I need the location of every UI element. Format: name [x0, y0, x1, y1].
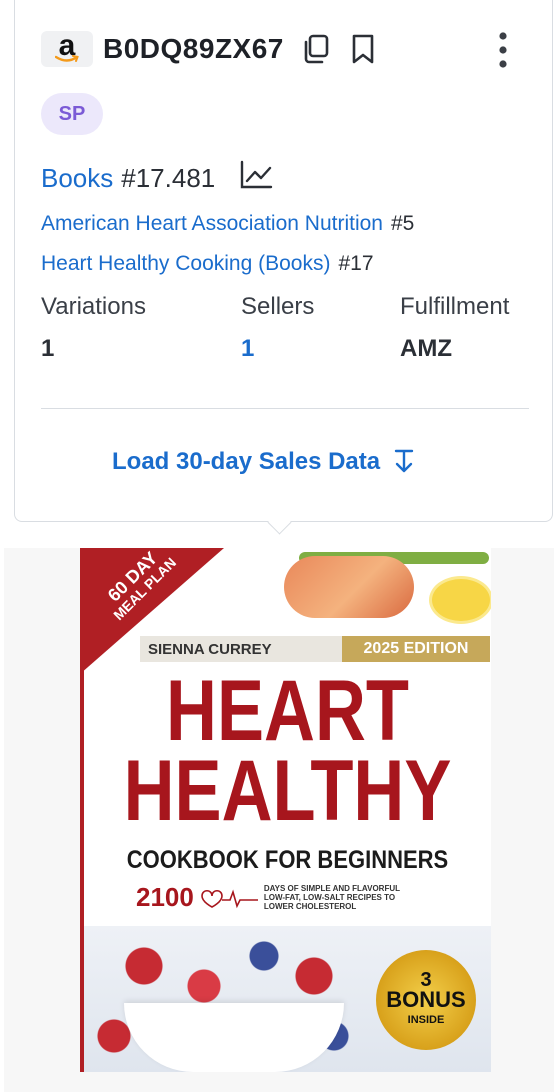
main-category-rank: Books #17.481	[41, 160, 273, 197]
arrow-down-icon	[394, 449, 414, 473]
stat-fulfillment: Fulfillment AMZ	[400, 293, 509, 363]
sponsored-badge: SP	[41, 93, 103, 135]
cover-title-line2: HEALTHY	[123, 743, 452, 839]
load-sales-data-button[interactable]: Load 30-day Sales Data	[112, 448, 414, 476]
main-category-link[interactable]: Books	[41, 163, 113, 194]
load-sales-data-label: Load 30-day Sales Data	[112, 448, 381, 475]
stat-value: AMZ	[400, 335, 452, 362]
copy-icon[interactable]	[300, 33, 332, 65]
sub-category-link[interactable]: American Heart Association Nutrition	[41, 212, 383, 236]
cover-recipes-line: 2100 DAYS OF SIMPLE AND FLAVORFUL LOW-FA…	[136, 882, 404, 913]
more-vertical-icon[interactable]	[493, 30, 513, 70]
sellers-link[interactable]: 1	[241, 335, 314, 363]
bonus-sub: INSIDE	[407, 1014, 445, 1026]
bookmark-icon[interactable]	[350, 33, 376, 65]
stat-sellers: Sellers 1	[241, 293, 314, 363]
author-strip: SIENNA CURREY 2025 EDITION	[140, 636, 490, 662]
main-rank-value: #17.481	[121, 163, 216, 193]
bowl-illustration	[124, 1003, 344, 1072]
product-image-area[interactable]: 60 DAY MEAL PLAN SIENNA CURREY 2025 EDIT…	[4, 548, 554, 1092]
cover-edition: 2025 EDITION	[342, 636, 490, 662]
amazon-logo[interactable]: a	[41, 31, 93, 67]
cover-subtitle: COOKBOOK FOR BEGINNERS	[126, 846, 449, 874]
stat-value: 1	[41, 335, 55, 362]
recipes-number: 2100	[136, 882, 194, 912]
cover-title-line1: HEART	[166, 663, 409, 759]
book-cover-image: 60 DAY MEAL PLAN SIENNA CURREY 2025 EDIT…	[80, 548, 491, 1072]
stat-label: Variations	[41, 293, 146, 320]
product-info-card: a B0DQ89ZX67 SP Books #17.481 American H…	[14, 0, 553, 522]
bonus-seal: 3 BONUS INSIDE	[376, 950, 476, 1050]
recipes-text: DAYS OF SIMPLE AND FLAVORFUL LOW-FAT, LO…	[263, 884, 400, 911]
lemon-illustration	[429, 576, 491, 624]
asin-text: B0DQ89ZX67	[103, 33, 284, 64]
stat-label: Fulfillment	[400, 293, 510, 320]
bonus-label: BONUS	[386, 987, 466, 1012]
sub-rank-value: #5	[390, 212, 415, 235]
divider	[41, 408, 529, 409]
sub-rank-value: #17	[338, 252, 374, 275]
sub-category-rank: American Heart Association Nutrition #5	[41, 212, 414, 236]
stat-variations: Variations 1	[41, 293, 146, 363]
stat-label: Sellers	[241, 293, 315, 320]
asin-row: a B0DQ89ZX67	[41, 30, 376, 68]
sub-category-rank: Heart Healthy Cooking (Books) #17	[41, 252, 374, 276]
trend-chart-icon[interactable]	[239, 160, 273, 197]
amazon-smile-icon	[55, 55, 79, 62]
salmon-illustration	[284, 556, 414, 618]
cover-author: SIENNA CURREY	[148, 640, 272, 658]
heartbeat-icon	[201, 888, 258, 908]
sub-category-link[interactable]: Heart Healthy Cooking (Books)	[41, 252, 330, 276]
